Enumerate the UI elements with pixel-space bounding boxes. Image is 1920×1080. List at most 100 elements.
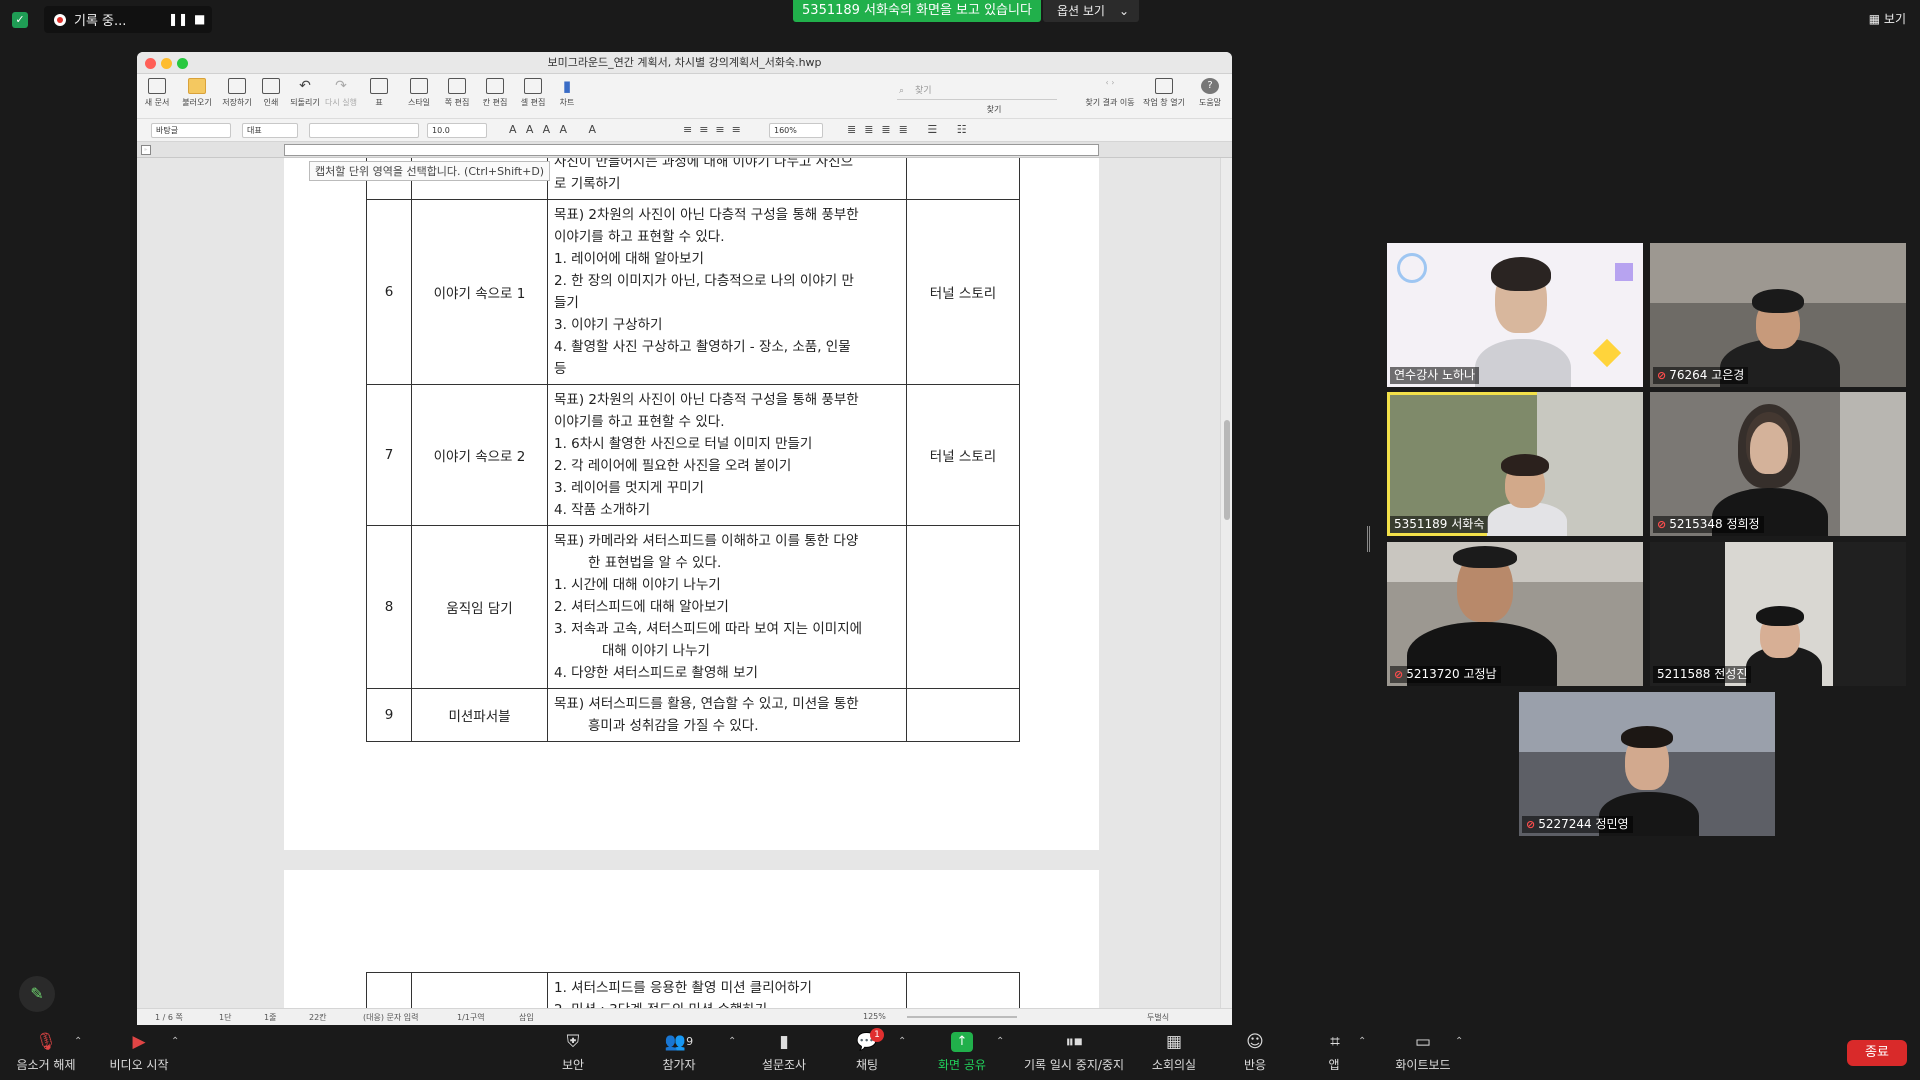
cell-edit-icon (524, 78, 542, 94)
breakout-rooms-button[interactable]: ▦ 소회의실 (1149, 1032, 1199, 1073)
shield-icon: ⛨ (566, 1032, 580, 1052)
view-button[interactable]: ▦ 보기 (1869, 10, 1906, 27)
annotate-pencil-icon[interactable]: ✎ (19, 976, 55, 1012)
whiteboard-options-chevron-icon[interactable]: ⌃ (1455, 1036, 1463, 1047)
toolbar-label: 셀 편집 (520, 98, 546, 107)
apps-button[interactable]: ⌗ 앱 (1324, 1032, 1344, 1073)
toolbar-cell-edit[interactable]: 칸 편집 (475, 78, 515, 108)
pause-recording-icon[interactable]: ❚❚ (168, 12, 188, 26)
close-window-icon[interactable] (145, 58, 156, 69)
folder-icon (188, 78, 206, 94)
paragraph-buttons[interactable]: ≣≣≣≣ ☰ ☷ (847, 123, 975, 136)
security-shield-icon[interactable]: ✓ (12, 12, 28, 28)
whiteboard-button[interactable]: ▭ 화이트보드 (1392, 1032, 1454, 1073)
chat-button[interactable]: 💬 1 채팅 (852, 1028, 884, 1073)
toolbar-undo[interactable]: ↶ 되돌리기 (285, 78, 325, 108)
chat-options-chevron-icon[interactable]: ⌃ (898, 1036, 906, 1047)
mic-muted-icon: ⊘ (1657, 369, 1667, 382)
video-tile[interactable]: ⊘ 5227244 정민영 (1519, 692, 1775, 836)
print-icon (262, 78, 280, 94)
toolbar-label: 도움말 (1198, 98, 1222, 107)
end-meeting-button[interactable]: 종료 (1847, 1040, 1907, 1066)
participant-nametag: ⊘ 5215348 정희정 (1653, 516, 1764, 533)
zoom-slider[interactable] (907, 1016, 1017, 1018)
status-zoom[interactable]: 125% (863, 1012, 886, 1021)
chart-icon: ▮ (562, 77, 572, 95)
lesson-number: 9 (366, 688, 412, 742)
mic-muted-icon: ⊘ (1657, 518, 1667, 531)
maximize-window-icon[interactable] (177, 58, 188, 69)
toolbar-page-edit[interactable]: 쪽 편집 (437, 78, 477, 108)
security-button[interactable]: ⛨ 보안 (553, 1032, 593, 1073)
chat-unread-badge: 1 (870, 1028, 884, 1042)
stop-recording-icon[interactable]: ■ (194, 12, 205, 26)
participants-button[interactable]: 👥9 참가자 (654, 1032, 704, 1073)
paragraph-style-select[interactable]: 바탕글 (151, 123, 231, 138)
pause-stop-icon: ⏸⏹ (1065, 1032, 1083, 1052)
lesson-material: 터널 스토리 (906, 384, 1020, 526)
status-zone: 1/1구역 (457, 1013, 485, 1022)
ruler-toggle-icon[interactable]: ▸ (141, 145, 151, 155)
align-buttons[interactable]: ≡≡≡≡ (683, 123, 748, 136)
font-select[interactable] (309, 123, 419, 138)
participants-options-chevron-icon[interactable]: ⌃ (728, 1036, 736, 1047)
scrollbar-thumb[interactable] (1224, 420, 1230, 520)
video-tile[interactable]: ⊘ 5213720 고정남 (1387, 542, 1643, 686)
security-label: 보안 (561, 1058, 585, 1072)
whiteboard-label: 화이트보드 (1395, 1058, 1451, 1072)
apps-options-chevron-icon[interactable]: ⌃ (1358, 1036, 1366, 1047)
share-screen-button[interactable]: ↑ 화면 공유 (934, 1032, 990, 1073)
recording-label: 기록 중... (74, 14, 127, 29)
hwp-status-bar: 1 / 6 쪽 1단 1줄 22칸 (대응) 문자 입력 1/1구역 삽입 12… (137, 1008, 1232, 1025)
video-options-chevron-icon[interactable]: ⌃ (171, 1036, 179, 1047)
participants-icon: 👥9 (664, 1032, 694, 1052)
font-size-select[interactable]: 10.0 (427, 123, 487, 138)
font-name-select[interactable]: 대표 (242, 123, 298, 138)
video-tile[interactable]: 5211588 전성진 (1650, 542, 1906, 686)
smiley-icon: ☺ (1246, 1032, 1264, 1052)
search-input[interactable]: ⌕ 찾기 (897, 82, 1057, 100)
participant-name: 5213720 고정남 (1406, 667, 1497, 681)
text-format-buttons[interactable]: AAAA A (509, 123, 605, 136)
reactions-button[interactable]: ☺ 반응 (1240, 1032, 1270, 1073)
cell-text-line: 4. 작품 소개하기 (554, 502, 650, 518)
minimize-window-icon[interactable] (161, 58, 172, 69)
toolbar-chart[interactable]: ▮ 차트 (547, 78, 587, 108)
lesson-number: 8 (366, 525, 412, 689)
panel-splitter[interactable] (1367, 526, 1370, 552)
view-options-button[interactable]: 옵션 보기 ⌄ (1043, 0, 1139, 22)
toolbar-redo[interactable]: ↷ 다시 실행 (321, 78, 361, 108)
share-options-chevron-icon[interactable]: ⌃ (996, 1036, 1004, 1047)
participant-body (1475, 339, 1571, 387)
start-video-button[interactable]: ▶ 비디오 시작 (103, 1032, 175, 1073)
toolbar-table[interactable]: 표 (359, 78, 399, 108)
video-off-icon: ▶ (132, 1032, 146, 1052)
toolbar-find-next[interactable]: ‹ › 찾기 결과 이동 (1080, 78, 1140, 108)
table-cell (366, 972, 412, 1008)
document-canvas[interactable]: 사진이 만들어지는 과정에 대해 이야기 나누고 사진으 로 기록하기 6 이야… (137, 158, 1220, 1008)
toolbar-new-doc[interactable]: 새 문서 (137, 78, 177, 108)
vertical-scrollbar[interactable] (1220, 158, 1232, 1008)
polls-button[interactable]: ▮ 설문조사 (758, 1032, 810, 1073)
search-label: 찾기 (986, 105, 1002, 114)
video-tile[interactable]: ⊘ 76264 고은경 (1650, 243, 1906, 387)
horizontal-ruler[interactable] (284, 144, 1099, 156)
pause-stop-recording-button[interactable]: ⏸⏹ 기록 일시 중지/중지 (1019, 1032, 1129, 1073)
toolbar-style[interactable]: 스타일 (399, 78, 439, 108)
toolbar-help[interactable]: ? 도움말 (1190, 78, 1230, 108)
bar-chart-icon: ▮ (779, 1032, 789, 1052)
zoom-select[interactable]: 160% (769, 123, 823, 138)
toolbar-open[interactable]: 불러오기 (177, 78, 217, 108)
video-tile-active-speaker[interactable]: 5351189 서화숙 (1387, 392, 1643, 536)
video-tile[interactable]: 연수강사 노하나 (1387, 243, 1643, 387)
help-icon: ? (1201, 78, 1219, 94)
video-tile[interactable]: ⊘ 5215348 정희정 (1650, 392, 1906, 536)
share-arrow-icon: ↑ (951, 1032, 973, 1052)
mic-muted-icon: ⊘ (1394, 668, 1404, 681)
participant-nametag: 5351189 서화숙 (1390, 516, 1489, 533)
participant-name: 5211588 전성진 (1657, 667, 1748, 681)
toolbar-label: 저장하기 (222, 98, 252, 107)
audio-options-chevron-icon[interactable]: ⌃ (74, 1036, 82, 1047)
toolbar-taskpane[interactable]: 작업 창 열기 (1140, 78, 1188, 108)
unmute-button[interactable]: 🎙 음소거 해제 (12, 1032, 80, 1073)
